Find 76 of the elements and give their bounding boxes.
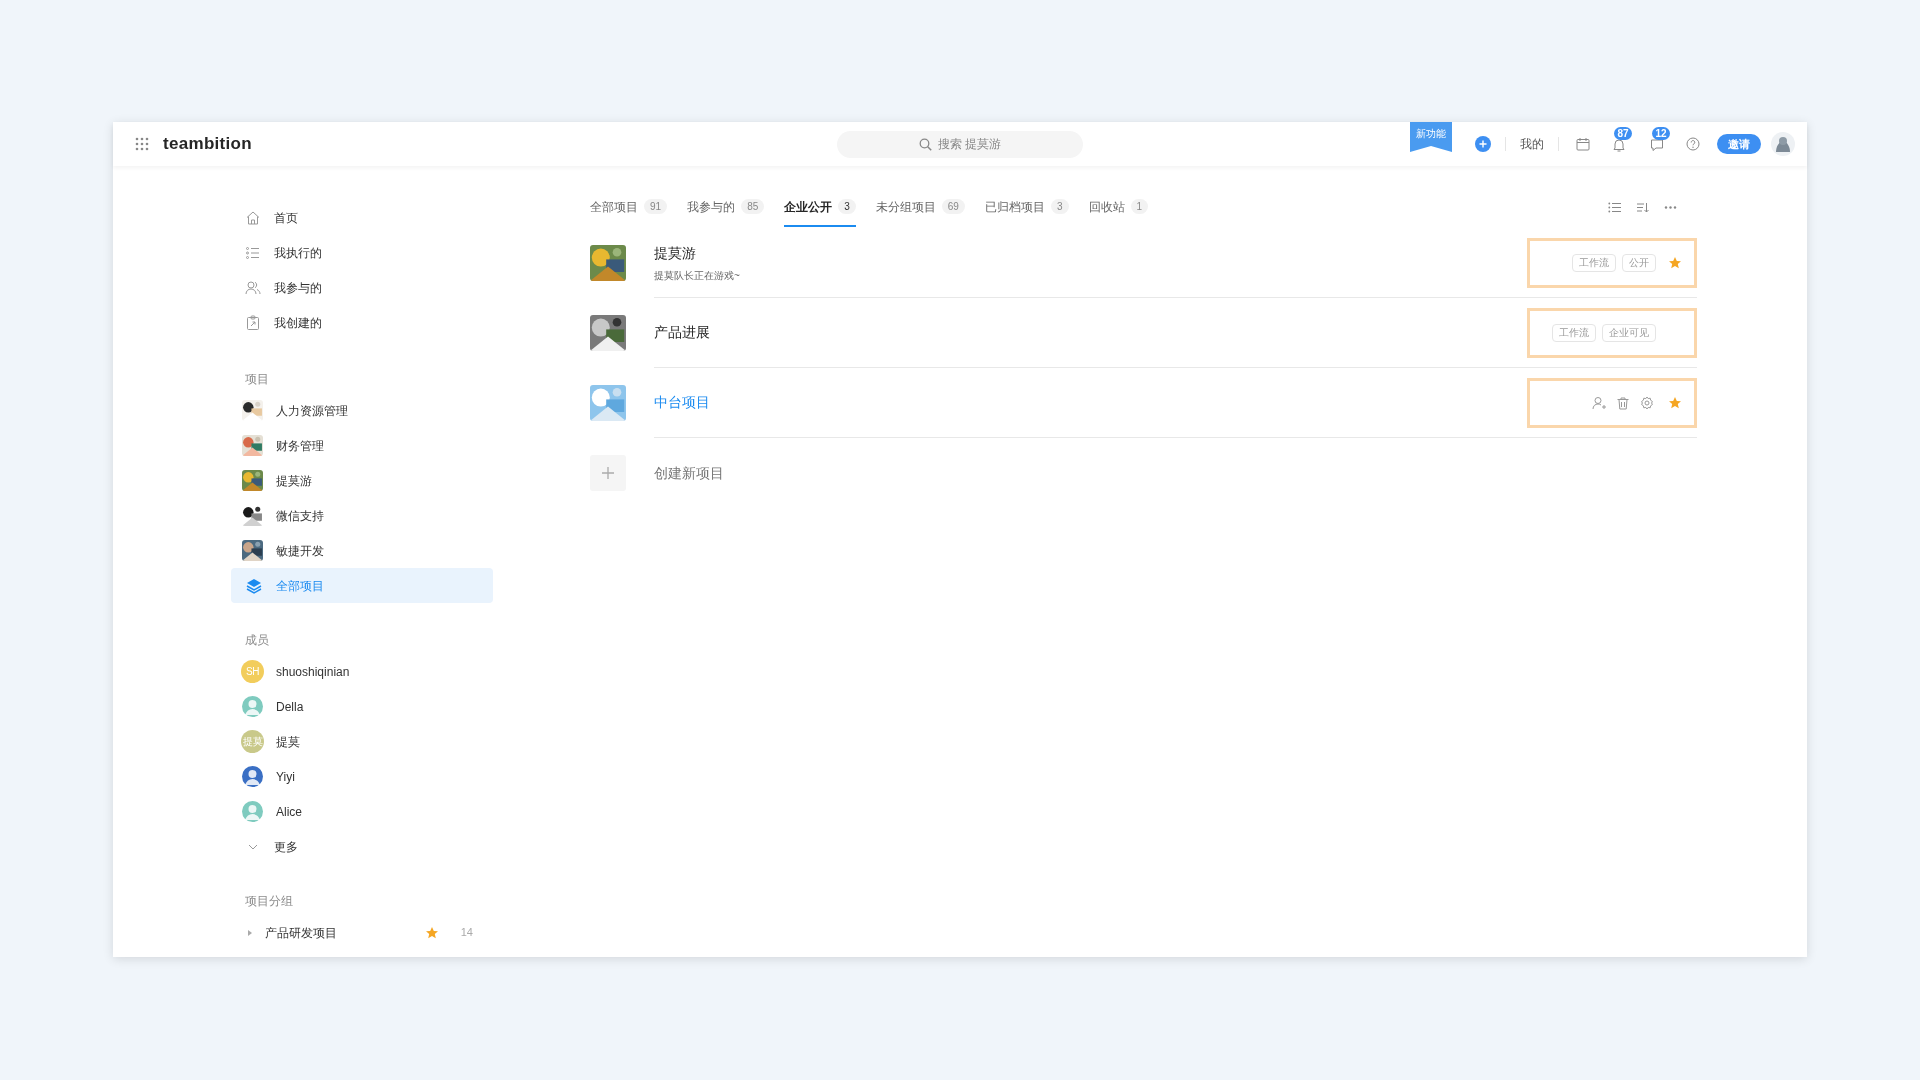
avatar-initials: 提莫 bbox=[243, 736, 262, 747]
count-badge: 91 bbox=[644, 199, 668, 214]
avatar-icon bbox=[242, 801, 263, 822]
tab[interactable]: 已归档项目 3 bbox=[984, 188, 1069, 227]
sidebar-item[interactable]: 财务管理 bbox=[231, 428, 493, 463]
clipboard-icon bbox=[245, 314, 261, 331]
project-name[interactable]: 中台项目 bbox=[654, 392, 1527, 413]
project-row[interactable]: 中台项目 bbox=[590, 368, 1697, 438]
project-name[interactable]: 提莫游 bbox=[654, 242, 1527, 264]
create-project-button[interactable]: 创建新项目 bbox=[590, 438, 1697, 508]
project-description: 提莫队长正在游戏~ bbox=[654, 268, 741, 283]
count-badge: 1 bbox=[1130, 199, 1149, 214]
project-row[interactable]: 提莫游 提莫队长正在游戏~ 工作流 公开 bbox=[590, 228, 1697, 298]
project-row[interactable]: 产品进展 工作流 企业可见 bbox=[590, 298, 1697, 368]
tag: 公开 bbox=[1622, 253, 1656, 272]
list-view-icon[interactable] bbox=[1608, 201, 1621, 214]
member-item[interactable]: Della bbox=[231, 689, 493, 724]
more-toggle[interactable]: 更多 bbox=[231, 829, 493, 864]
search-icon bbox=[919, 137, 932, 151]
section-heading: 项目 bbox=[244, 371, 270, 388]
home-icon bbox=[245, 209, 261, 226]
star-icon[interactable] bbox=[1668, 255, 1682, 270]
project-name[interactable]: 产品进展 bbox=[654, 322, 1527, 343]
plus-icon bbox=[590, 455, 626, 491]
sidebar-item[interactable]: 微信支持 bbox=[231, 498, 493, 533]
avatar-icon bbox=[242, 766, 263, 787]
help-icon[interactable] bbox=[1686, 137, 1700, 151]
group-count: 14 bbox=[460, 925, 473, 941]
bell-icon[interactable] bbox=[1612, 138, 1626, 152]
chat-icon[interactable] bbox=[1650, 138, 1664, 152]
add-member-icon[interactable] bbox=[1592, 395, 1606, 410]
sidebar-item[interactable]: 我参与的 bbox=[231, 270, 493, 305]
count-badge: 3 bbox=[1050, 199, 1069, 214]
section-heading: 成员 bbox=[244, 632, 270, 649]
checklist-icon bbox=[245, 244, 261, 261]
group-item[interactable]: 产品研发项目 14 bbox=[231, 915, 493, 950]
sidebar-item[interactable]: 首页 bbox=[231, 200, 493, 235]
layers-icon bbox=[245, 576, 263, 595]
section-heading: 项目分组 bbox=[244, 893, 294, 910]
tab[interactable]: 我参与的 85 bbox=[687, 188, 765, 227]
apps-menu-icon[interactable] bbox=[135, 137, 149, 151]
avatar-initials: SH bbox=[246, 666, 259, 677]
sidebar-item[interactable]: 提莫游 bbox=[231, 463, 493, 498]
tag: 企业可见 bbox=[1602, 323, 1656, 342]
logo[interactable]: teambition bbox=[163, 131, 252, 157]
member-item[interactable]: Yiyi bbox=[231, 759, 493, 794]
tag: 工作流 bbox=[1552, 323, 1596, 342]
star-icon[interactable] bbox=[424, 925, 439, 940]
sidebar-item[interactable]: 我创建的 bbox=[231, 305, 493, 340]
search-field[interactable]: 搜索 提莫游 bbox=[837, 130, 1083, 158]
people-icon bbox=[245, 279, 261, 296]
count-badge: 85 bbox=[741, 199, 765, 214]
avatar-icon bbox=[242, 696, 263, 717]
tab[interactable]: 企业公开 3 bbox=[784, 188, 856, 227]
settings-icon[interactable] bbox=[1640, 395, 1654, 410]
my-link[interactable]: 我的 bbox=[1520, 135, 1544, 153]
sidebar-item[interactable]: 我执行的 bbox=[231, 235, 493, 270]
star-icon[interactable] bbox=[1668, 395, 1682, 410]
calendar-icon[interactable] bbox=[1576, 137, 1590, 151]
count-badge: 12 bbox=[1652, 127, 1670, 140]
sidebar-item[interactable]: 敏捷开发 bbox=[231, 533, 493, 568]
tab[interactable]: 全部项目 91 bbox=[590, 188, 668, 227]
member-item[interactable]: SH shuoshiqinian bbox=[231, 654, 493, 689]
count-badge: 87 bbox=[1614, 127, 1632, 140]
tag: 工作流 bbox=[1572, 253, 1616, 272]
tab[interactable]: 回收站 1 bbox=[1088, 188, 1149, 227]
count-badge: 3 bbox=[838, 199, 856, 214]
sort-icon[interactable] bbox=[1636, 201, 1649, 214]
count-badge: 69 bbox=[941, 199, 965, 214]
add-button-icon[interactable] bbox=[1475, 136, 1491, 152]
avatar-icon[interactable] bbox=[1771, 132, 1795, 156]
member-item[interactable]: Alice bbox=[231, 794, 493, 829]
tab[interactable]: 未分组项目 69 bbox=[875, 188, 965, 227]
sidebar-item[interactable]: 人力资源管理 bbox=[231, 393, 493, 428]
trash-icon[interactable] bbox=[1616, 395, 1630, 410]
member-item[interactable]: 提莫 提莫 bbox=[231, 724, 493, 759]
